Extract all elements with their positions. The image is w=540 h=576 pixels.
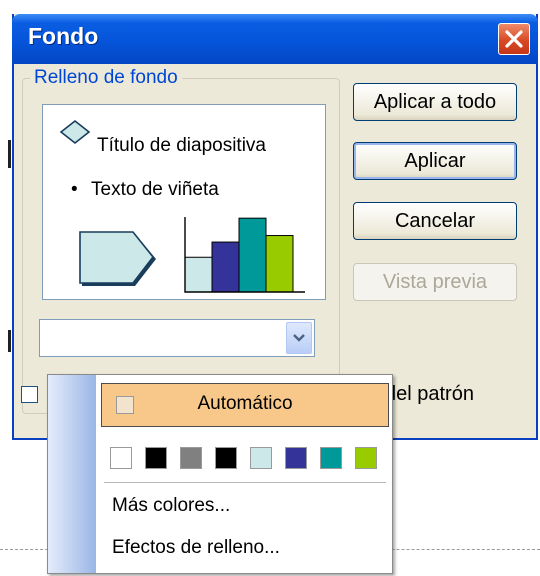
fill-color-combobox[interactable]	[39, 319, 315, 357]
menu-item-more-colors[interactable]: Más colores...	[112, 495, 230, 517]
cancel-button[interactable]: Cancelar	[353, 202, 517, 240]
preview-slide-title: Título de diapositiva	[97, 135, 266, 156]
color-swatch[interactable]	[250, 447, 272, 469]
menu-item-automatic[interactable]: Automático	[101, 383, 389, 427]
checkbox-label: del patrón	[385, 383, 474, 405]
dropdown-arrow-button[interactable]	[286, 322, 312, 354]
background-mark	[8, 330, 11, 352]
title-bar[interactable]: Fondo	[12, 14, 538, 64]
chart-bar	[211, 241, 240, 293]
color-swatch[interactable]	[320, 447, 342, 469]
color-swatch[interactable]	[215, 447, 237, 469]
omit-master-graphics-checkbox[interactable]	[21, 386, 38, 403]
chevron-down-icon	[293, 334, 305, 342]
color-swatch[interactable]	[355, 447, 377, 469]
preview-bar-chart	[184, 217, 305, 293]
close-icon	[505, 30, 523, 48]
slide-preview: Título de diapositiva • Texto de viñeta	[42, 104, 326, 300]
preview-bullet-text: Texto de viñeta	[91, 179, 219, 200]
apply-button[interactable]: Aplicar	[353, 142, 517, 180]
menu-separator	[104, 482, 386, 483]
color-swatch[interactable]	[180, 447, 202, 469]
chart-bar	[184, 256, 213, 293]
menu-item-fill-effects[interactable]: Efectos de relleno...	[112, 537, 280, 559]
close-button[interactable]	[498, 23, 530, 55]
group-label: Relleno de fondo	[30, 67, 182, 89]
color-dropdown-menu: Automático Más colores... Efectos de rel…	[47, 374, 393, 574]
color-swatch[interactable]	[285, 447, 307, 469]
apply-all-button[interactable]: Aplicar a todo	[353, 83, 517, 121]
arrow-shape-icon	[79, 231, 156, 286]
diamond-icon	[59, 119, 91, 145]
preview-button: Vista previa	[353, 263, 517, 301]
dialog-title: Fondo	[28, 23, 99, 49]
background-mark	[8, 140, 11, 168]
chart-bar	[238, 217, 267, 293]
preview-bullet-symbol: •	[71, 179, 78, 200]
chart-bar	[265, 235, 294, 293]
automatic-label: Automático	[197, 393, 293, 414]
color-swatch[interactable]	[145, 447, 167, 469]
color-swatch[interactable]	[110, 447, 132, 469]
menu-rail	[48, 375, 96, 573]
